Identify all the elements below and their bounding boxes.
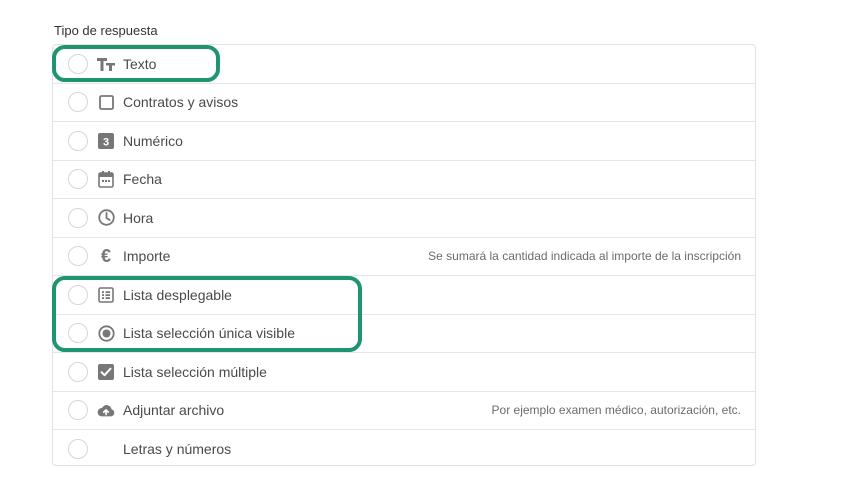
text-size-icon [97,55,115,73]
option-label: Importe [123,248,171,265]
option-label: Adjuntar archivo [123,402,225,419]
radio-selected-icon [97,324,115,342]
option-lista-seleccion-multiple[interactable]: Lista selección múltiple [53,353,755,392]
radio-button[interactable] [68,361,88,382]
radio-button[interactable] [68,439,88,460]
blank-icon [97,440,115,458]
radio-button[interactable] [68,92,88,113]
option-label: Lista desplegable [123,286,232,303]
calendar-icon [97,170,115,188]
response-type-list: Texto Contratos y avisos 3 Numérico Fech… [52,44,756,466]
option-hora[interactable]: Hora [53,199,755,238]
option-numerico[interactable]: 3 Numérico [53,122,755,161]
radio-button[interactable] [68,53,88,74]
option-label: Letras y números [123,441,232,458]
radio-button[interactable] [68,207,88,228]
checkbox-checked-icon [97,363,115,381]
radio-button[interactable] [68,246,88,267]
option-adjuntar-archivo[interactable]: Adjuntar archivo Por ejemplo examen médi… [53,392,755,430]
option-fecha[interactable]: Fecha [53,161,755,199]
option-label: Lista selección múltiple [123,363,267,380]
option-importe[interactable]: € Importe Se sumará la cantidad indicada… [53,238,755,276]
option-letras-numeros[interactable]: Letras y números [53,430,755,469]
radio-button[interactable] [68,323,88,344]
radio-button[interactable] [68,130,88,151]
cloud-upload-icon [97,401,115,419]
option-contratos-avisos[interactable]: Contratos y avisos [53,84,755,122]
option-lista-seleccion-unica[interactable]: Lista selección única visible [53,315,755,353]
option-lista-desplegable[interactable]: Lista desplegable [53,276,755,315]
list-icon [97,286,115,304]
radio-button[interactable] [68,400,88,421]
option-label: Texto [123,55,157,72]
response-type-label: Tipo de respuesta [54,23,158,38]
option-label: Lista selección única visible [123,325,295,342]
number-badge-icon: 3 [97,132,115,150]
option-note: Por ejemplo examen médico, autorización,… [491,403,741,418]
number-badge-text: 3 [103,136,109,148]
option-label: Hora [123,209,154,226]
option-label: Numérico [123,132,183,149]
radio-button[interactable] [68,169,88,190]
option-texto[interactable]: Texto [53,45,755,84]
euro-icon: € [100,245,111,266]
clock-icon [97,209,115,227]
option-label: Fecha [123,171,162,188]
radio-button[interactable] [68,284,88,305]
option-label: Contratos y avisos [123,94,239,111]
option-note: Se sumará la cantidad indicada al import… [428,249,741,264]
checkbox-outline-icon [97,93,115,111]
